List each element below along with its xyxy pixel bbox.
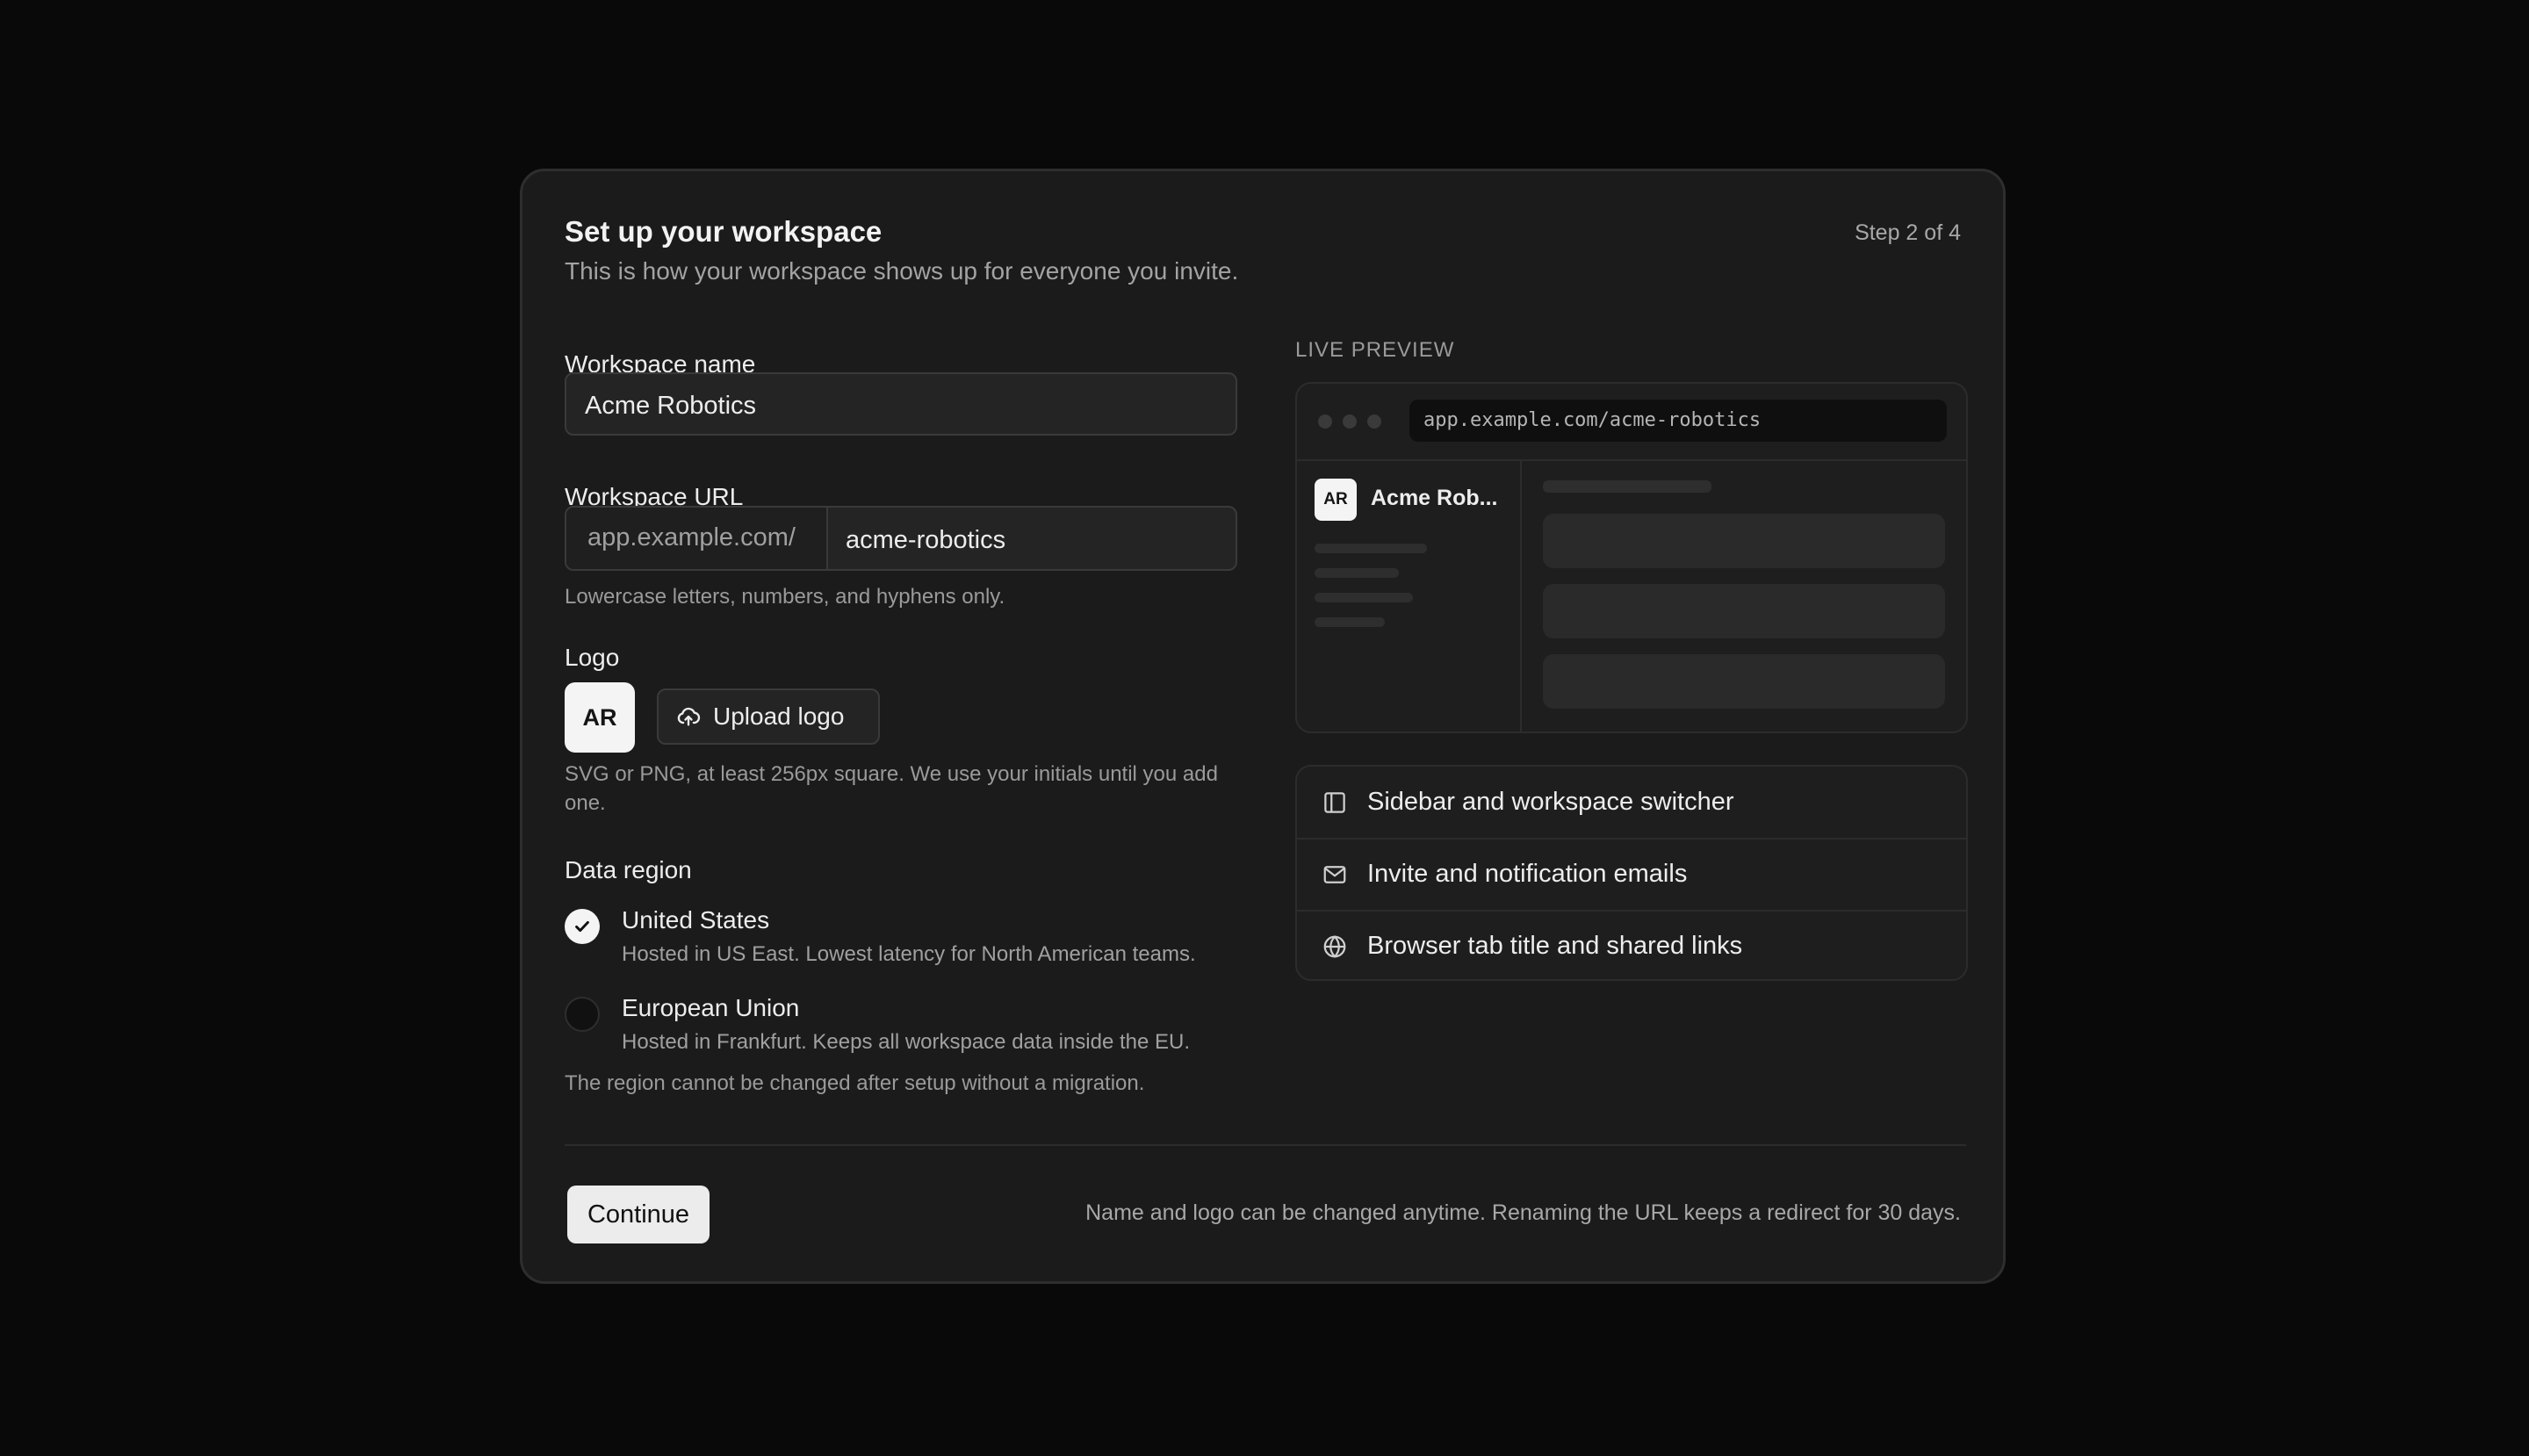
preview-url: app.example.com/acme-robotics <box>1409 400 1947 442</box>
skeleton-block <box>1543 514 1945 568</box>
sidebar-icon <box>1324 791 1345 813</box>
affected-surfaces-list: Sidebar and workspace switcher Invite an… <box>1295 765 1968 981</box>
checkmark-icon <box>575 920 589 933</box>
workspace-name-value: Acme Robotics <box>585 392 757 420</box>
footer-divider <box>565 1144 1966 1146</box>
url-prefix: app.example.com/ <box>566 508 828 569</box>
workspace-url-input[interactable]: acme-robotics <box>828 508 1236 569</box>
cloud-upload-icon <box>677 707 701 726</box>
step-indicator: Step 2 of 4 <box>1855 220 1961 245</box>
window-dot <box>1367 414 1381 429</box>
region-note: The region cannot be changed after setup… <box>565 1071 1145 1095</box>
logo-hint: SVG or PNG, at least 256px square. We us… <box>565 762 1218 815</box>
continue-button[interactable]: Continue <box>567 1186 710 1243</box>
url-prefix-text: app.example.com/ <box>587 523 796 551</box>
region-us-title[interactable]: United States <box>622 906 769 934</box>
feature-label: Browser tab title and shared links <box>1367 932 1743 960</box>
region-radio-eu[interactable] <box>565 997 600 1032</box>
footer-note: Name and logo can be changed anytime. Re… <box>1085 1200 1961 1225</box>
mail-icon <box>1323 865 1346 883</box>
live-preview: app.example.com/acme-robotics AR Acme Ro… <box>1295 382 1968 733</box>
workspace-url-value: acme-robotics <box>846 526 1006 554</box>
workspace-setup-card: Set up your workspace This is how your w… <box>520 169 2006 1284</box>
skeleton-block <box>1543 584 1945 638</box>
region-eu-desc: Hosted in Frankfurt. Keeps all workspace… <box>622 1030 1190 1054</box>
feature-label: Sidebar and workspace switcher <box>1367 788 1734 816</box>
url-hint: Lowercase letters, numbers, and hyphens … <box>565 585 1005 609</box>
skeleton-line <box>1315 544 1427 553</box>
window-dot <box>1343 414 1357 429</box>
logo-label: Logo <box>565 644 620 671</box>
skeleton-line <box>1315 617 1385 627</box>
workspace-name-input[interactable]: Acme Robotics <box>565 372 1237 436</box>
preview-workspace-name: Acme Rob... <box>1371 486 1498 510</box>
live-preview-label: LIVE PREVIEW <box>1295 338 1455 362</box>
skeleton-line <box>1315 593 1413 602</box>
upload-logo-label: Upload logo <box>713 703 845 730</box>
list-item: Invite and notification emails <box>1297 838 1966 909</box>
upload-logo-button[interactable]: Upload logo <box>657 688 880 745</box>
skeleton-block <box>1543 654 1945 709</box>
logo-initials-tile: AR <box>565 682 635 753</box>
skeleton-heading <box>1543 480 1711 493</box>
region-radio-us[interactable] <box>565 909 600 944</box>
region-eu-title[interactable]: European Union <box>622 994 799 1022</box>
globe-icon <box>1323 934 1346 958</box>
data-region-label: Data region <box>565 856 692 883</box>
feature-label: Invite and notification emails <box>1367 860 1688 888</box>
page-title: Set up your workspace <box>565 215 883 248</box>
page-subtitle: This is how your workspace shows up for … <box>565 257 1239 285</box>
list-item: Browser tab title and shared links <box>1297 910 1966 979</box>
preview-avatar: AR <box>1315 479 1357 521</box>
region-us-desc: Hosted in US East. Lowest latency for No… <box>622 942 1196 966</box>
preview-sidebar: AR Acme Rob... <box>1297 461 1522 732</box>
workspace-url-field: app.example.com/ acme-robotics <box>565 506 1237 571</box>
list-item: Sidebar and workspace switcher <box>1297 767 1966 838</box>
skeleton-line <box>1315 568 1399 578</box>
preview-browser-bar: app.example.com/acme-robotics <box>1297 384 1966 461</box>
window-dot <box>1318 414 1332 429</box>
